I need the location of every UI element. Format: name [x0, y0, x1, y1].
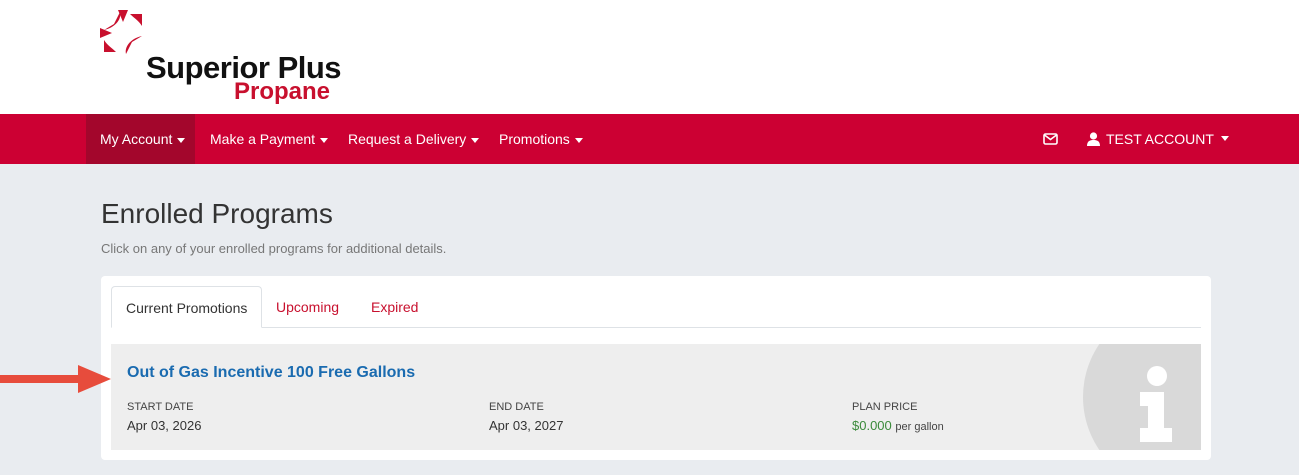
programs-card: Current Promotions Upcoming Expired Out … [101, 276, 1211, 460]
plan-price-label: PLAN PRICE [852, 401, 918, 413]
end-date-label: END DATE [489, 401, 544, 413]
start-date-label: START DATE [127, 401, 194, 413]
end-date-value: Apr 03, 2027 [489, 418, 564, 433]
main-navbar: My Account Make a Payment Request a Deli… [0, 114, 1299, 164]
caret-down-icon [471, 137, 480, 143]
caret-down-icon [574, 137, 583, 143]
caret-down-icon [1220, 136, 1229, 141]
account-label: TEST ACCOUNT [1106, 131, 1214, 147]
logo[interactable]: Superior Plus Propane [100, 10, 342, 106]
caret-down-icon [320, 137, 329, 143]
tabs-divider [111, 327, 1201, 328]
nav-my-account[interactable]: My Account [86, 114, 195, 164]
info-icon [1083, 344, 1201, 450]
start-date-value: Apr 03, 2026 [127, 418, 202, 433]
header: Superior Plus Propane [0, 0, 1299, 114]
nav-label: Promotions [499, 131, 570, 147]
program-item[interactable]: Out of Gas Incentive 100 Free Gallons ST… [111, 344, 1201, 450]
tab-expired[interactable]: Expired [371, 286, 418, 328]
envelope-icon [1043, 133, 1058, 145]
page-subtitle: Click on any of your enrolled programs f… [101, 241, 447, 256]
nav-promotions[interactable]: Promotions [499, 114, 583, 164]
logo-subtitle: Propane [234, 78, 331, 105]
account-menu[interactable]: TEST ACCOUNT [1087, 114, 1229, 164]
nav-label: My Account [100, 131, 173, 147]
nav-request-a-delivery[interactable]: Request a Delivery [348, 114, 480, 164]
nav-label: Make a Payment [210, 131, 316, 147]
user-icon [1087, 132, 1100, 146]
nav-make-a-payment[interactable]: Make a Payment [210, 114, 329, 164]
caret-down-icon [177, 137, 186, 143]
plan-price-value: $0.000 [852, 418, 892, 433]
tab-upcoming[interactable]: Upcoming [276, 286, 339, 328]
nav-label: Request a Delivery [348, 131, 467, 147]
annotation-arrow-icon [0, 365, 111, 393]
logo-mark-icon [100, 10, 142, 54]
tab-current-promotions[interactable]: Current Promotions [111, 286, 263, 328]
plan-price: $0.000 per gallon [852, 418, 944, 433]
messages-button[interactable] [1043, 114, 1058, 164]
program-title[interactable]: Out of Gas Incentive 100 Free Gallons [127, 364, 415, 382]
plan-price-unit: per gallon [895, 421, 944, 433]
page-title: Enrolled Programs [101, 198, 333, 229]
